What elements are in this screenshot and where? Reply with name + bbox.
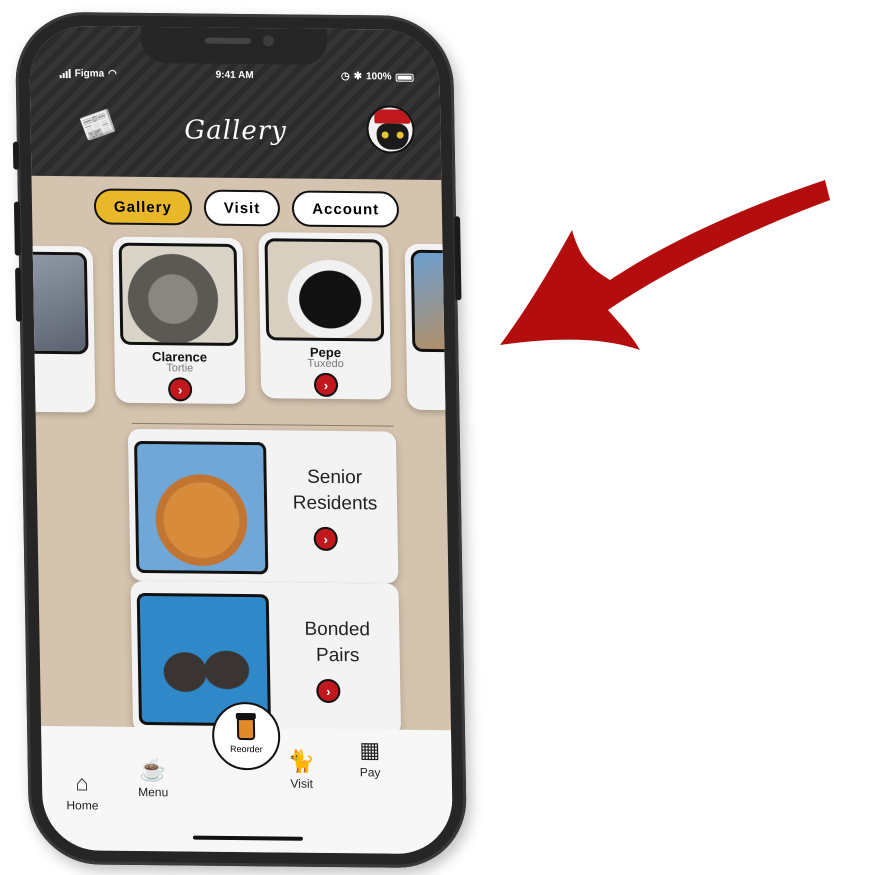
nav-menu-label: Menu (138, 784, 169, 800)
cat-breed: Tuxedo (307, 357, 344, 371)
cat-card-partial-left[interactable] (28, 245, 96, 413)
nav-visit-label: Visit (290, 776, 314, 791)
tab-account[interactable]: Account (291, 190, 400, 228)
category-label: Bonded Pairs (281, 616, 394, 669)
category-label-line2: Residents (292, 492, 378, 515)
nav-menu[interactable]: ☕ Menu (138, 756, 169, 800)
speaker (204, 37, 252, 45)
cat-breed: Tortie (166, 362, 194, 375)
carrier-label: Figma (74, 68, 105, 80)
nav-home[interactable]: ⌂ Home (66, 770, 99, 813)
pointer-arrow (500, 180, 830, 350)
front-camera (262, 35, 275, 47)
cat-card-pepe[interactable]: Pepe Tuxedo › (258, 232, 392, 400)
section-divider (131, 422, 394, 427)
category-label: Senior Residents (278, 464, 391, 517)
notch (140, 26, 328, 65)
chevron-right-icon[interactable]: › (313, 526, 338, 552)
cat-photo-pepe (264, 238, 385, 342)
volume-up-button (13, 201, 21, 256)
cat-photo-clarence (118, 242, 239, 346)
battery-icon (395, 73, 414, 82)
battery-percent: 100% (365, 71, 392, 83)
category-label-line1: Bonded (304, 618, 371, 641)
cat-photo (410, 249, 454, 354)
status-bar: Figma ◠ 9:41 AM ◷ ✱ 100% (30, 68, 440, 90)
bluetooth-icon: ✱ (353, 71, 363, 83)
nav-pay[interactable]: ▦ Pay (359, 737, 381, 779)
tab-visit[interactable]: Visit (203, 189, 281, 227)
category-label-line1: Senior (306, 466, 363, 489)
tab-bar: Gallery Visit Account (93, 188, 400, 228)
category-label-line2: Pairs (315, 644, 360, 667)
signal-icon (59, 69, 71, 79)
coffee-cup-icon: ☕ (138, 756, 167, 783)
chevron-right-icon[interactable]: › (316, 678, 341, 704)
alarm-icon: ◷ (340, 70, 350, 83)
power-button (454, 216, 462, 301)
chevron-right-icon[interactable]: › (313, 372, 339, 398)
category-card-senior-residents[interactable]: Senior Residents › (127, 428, 399, 584)
cat-carousel[interactable]: Clarence Tortie › Pepe Tuxedo › (28, 232, 454, 416)
cat-photo (28, 251, 89, 355)
mute-switch (12, 141, 20, 170)
bottom-nav: ⌂ Home ☕ Menu Reorder 🐈 Visit ▦ Pay (41, 701, 454, 855)
wifi-icon: ◠ (108, 68, 117, 80)
cat-card-partial-right[interactable] (404, 243, 454, 412)
qr-code-icon: ▦ (359, 737, 381, 763)
to-go-cup-icon (236, 717, 256, 741)
nav-reorder-button[interactable]: Reorder (211, 701, 281, 771)
nav-visit[interactable]: 🐈 Visit (287, 749, 315, 791)
cat-card-clarence[interactable]: Clarence Tortie › (112, 236, 246, 405)
home-indicator (192, 835, 303, 841)
phone-screen: Figma ◠ 9:41 AM ◷ ✱ 100% 📰 Gallery Galle (28, 25, 454, 855)
chevron-right-icon[interactable]: › (167, 377, 193, 402)
nav-reorder-label: Reorder (230, 743, 263, 755)
tab-gallery[interactable]: Gallery (93, 188, 193, 226)
cat-avatar[interactable] (366, 105, 415, 154)
nav-home-label: Home (66, 798, 99, 813)
sleeping-cat-icon: 🐈 (287, 748, 316, 774)
category-photo-senior (134, 440, 269, 575)
volume-down-button (15, 267, 23, 322)
phone-frame: Figma ◠ 9:41 AM ◷ ✱ 100% 📰 Gallery Galle (12, 11, 468, 869)
nav-pay-label: Pay (359, 765, 381, 780)
status-time: 9:41 AM (215, 69, 254, 82)
home-icon: ⌂ (75, 770, 89, 796)
